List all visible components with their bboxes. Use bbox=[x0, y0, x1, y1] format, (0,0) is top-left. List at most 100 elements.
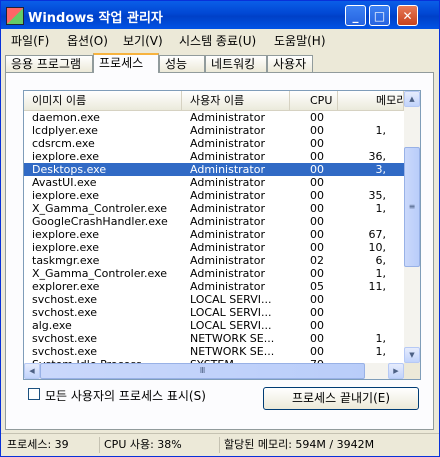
cell-user-name: Administrator bbox=[190, 176, 265, 189]
show-all-processes-label[interactable]: 모든 사용자의 프로세스 표시(S) bbox=[45, 387, 206, 404]
title-bar[interactable]: Windows 작업 관리자 _ □ ✕ bbox=[1, 1, 439, 29]
process-row[interactable]: taskmgr.exe Administrator 02 6, bbox=[24, 254, 404, 267]
process-row[interactable]: X_Gamma_Controler.exe Administrator 00 1, bbox=[24, 267, 404, 280]
cell-user-name: NETWORK SE... bbox=[190, 345, 275, 358]
cell-image-name: iexplore.exe bbox=[32, 189, 99, 202]
process-row[interactable]: iexplore.exe Administrator 00 10, bbox=[24, 241, 404, 254]
cell-cpu: 00 bbox=[310, 176, 324, 189]
cell-image-name: cdsrcm.exe bbox=[32, 137, 95, 150]
cell-image-name: Desktops.exe bbox=[32, 163, 107, 176]
cell-cpu: 00 bbox=[310, 124, 324, 137]
menu-shutdown[interactable]: 시스템 종료(U) bbox=[179, 32, 256, 49]
process-row[interactable]: GoogleCrashHandler.exe Administrator 00 bbox=[24, 215, 404, 228]
process-row[interactable]: iexplore.exe Administrator 00 35, bbox=[24, 189, 404, 202]
process-row[interactable]: AvastUI.exe Administrator 00 bbox=[24, 176, 404, 189]
cell-user-name: Administrator bbox=[190, 280, 265, 293]
cell-user-name: Administrator bbox=[190, 137, 265, 150]
horizontal-scroll-thumb[interactable]: Ⅲ bbox=[40, 363, 365, 379]
cell-image-name: GoogleCrashHandler.exe bbox=[32, 215, 168, 228]
column-image-name[interactable]: 이미지 이름 bbox=[24, 91, 182, 110]
cell-image-name: iexplore.exe bbox=[32, 241, 99, 254]
menu-options[interactable]: 옵션(O) bbox=[67, 32, 108, 49]
cell-image-name: AvastUI.exe bbox=[32, 176, 97, 189]
end-process-button[interactable]: 프로세스 끝내기(E) bbox=[263, 387, 419, 410]
vertical-scroll-thumb[interactable]: ≡ bbox=[404, 147, 420, 267]
horizontal-scrollbar[interactable]: ◀ Ⅲ ▶ bbox=[24, 363, 404, 379]
column-user-name[interactable]: 사용자 이름 bbox=[182, 91, 290, 110]
cell-memory: 1, bbox=[375, 332, 387, 345]
process-row[interactable]: svchost.exe NETWORK SE... 00 1, bbox=[24, 345, 404, 358]
process-row[interactable]: svchost.exe LOCAL SERVI... 00 bbox=[24, 293, 404, 306]
cell-user-name: Administrator bbox=[190, 267, 265, 280]
cell-user-name: Administrator bbox=[190, 189, 265, 202]
cell-cpu: 00 bbox=[310, 228, 324, 241]
process-list[interactable]: 이미지 이름 사용자 이름 CPU 메모리 daemon.exe Administ… bbox=[23, 90, 421, 380]
status-process-count: 프로세스: 39 bbox=[7, 438, 69, 451]
menu-help[interactable]: 도움말(H) bbox=[274, 32, 326, 49]
cell-memory: 3, bbox=[375, 163, 387, 176]
cell-user-name: LOCAL SERVI... bbox=[190, 319, 272, 332]
cell-cpu: 00 bbox=[310, 215, 324, 228]
scroll-down-icon[interactable]: ▼ bbox=[404, 347, 420, 363]
process-row[interactable]: iexplore.exe Administrator 00 67, bbox=[24, 228, 404, 241]
cell-cpu: 02 bbox=[310, 254, 324, 267]
cell-user-name: Administrator bbox=[190, 215, 265, 228]
cell-image-name: iexplore.exe bbox=[32, 150, 99, 163]
process-row[interactable]: alg.exe LOCAL SERVI... 00 bbox=[24, 319, 404, 332]
process-row[interactable]: lcdplyer.exe Administrator 00 1, bbox=[24, 124, 404, 137]
cell-memory: 67, bbox=[368, 228, 387, 241]
cell-user-name: NETWORK SE... bbox=[190, 332, 275, 345]
cell-image-name: lcdplyer.exe bbox=[32, 124, 98, 137]
tab-processes[interactable]: 프로세스 bbox=[93, 53, 159, 73]
process-row[interactable]: explorer.exe Administrator 05 11, bbox=[24, 280, 404, 293]
process-row[interactable]: Desktops.exe Administrator 00 3, bbox=[24, 163, 404, 176]
cell-user-name: Administrator bbox=[190, 254, 265, 267]
cell-memory: 1, bbox=[375, 267, 387, 280]
cell-cpu: 00 bbox=[310, 293, 324, 306]
cell-image-name: svchost.exe bbox=[32, 345, 98, 358]
menu-file[interactable]: 파일(F) bbox=[11, 32, 49, 49]
scroll-left-icon[interactable]: ◀ bbox=[24, 363, 40, 379]
scroll-corner bbox=[404, 363, 420, 379]
scroll-right-icon[interactable]: ▶ bbox=[388, 363, 404, 379]
tab-networking[interactable]: 네트워킹 bbox=[205, 55, 267, 72]
cell-cpu: 00 bbox=[310, 150, 324, 163]
tab-applications[interactable]: 응용 프로그램 bbox=[5, 55, 93, 72]
maximize-button[interactable]: □ bbox=[369, 5, 390, 26]
column-memory[interactable]: 메모리 bbox=[338, 91, 404, 110]
cell-user-name: Administrator bbox=[190, 124, 265, 137]
process-row[interactable]: iexplore.exe Administrator 00 36, bbox=[24, 150, 404, 163]
cell-image-name: X_Gamma_Controler.exe bbox=[32, 202, 168, 215]
tab-performance[interactable]: 성능 bbox=[159, 55, 205, 72]
tab-users[interactable]: 사용자 bbox=[267, 55, 313, 72]
task-manager-icon bbox=[6, 7, 24, 25]
cell-cpu: 00 bbox=[310, 163, 324, 176]
cell-cpu: 00 bbox=[310, 332, 324, 345]
cell-image-name: alg.exe bbox=[32, 319, 72, 332]
process-row[interactable]: cdsrcm.exe Administrator 00 bbox=[24, 137, 404, 150]
cell-cpu: 00 bbox=[310, 111, 324, 124]
show-all-processes-checkbox[interactable] bbox=[28, 388, 40, 400]
cell-cpu: 00 bbox=[310, 189, 324, 202]
column-cpu[interactable]: CPU bbox=[290, 91, 338, 110]
process-row[interactable]: X_Gamma_Controler.exe Administrator 00 1, bbox=[24, 202, 404, 215]
process-row[interactable]: svchost.exe NETWORK SE... 00 1, bbox=[24, 332, 404, 345]
scroll-up-icon[interactable]: ▲ bbox=[404, 91, 420, 107]
minimize-button[interactable]: _ bbox=[345, 5, 366, 26]
process-row[interactable]: svchost.exe LOCAL SERVI... 00 bbox=[24, 306, 404, 319]
close-button[interactable]: ✕ bbox=[397, 5, 418, 26]
cell-image-name: X_Gamma_Controler.exe bbox=[32, 267, 168, 280]
cell-memory: 11, bbox=[368, 280, 387, 293]
cell-image-name: svchost.exe bbox=[32, 293, 98, 306]
cell-user-name: LOCAL SERVI... bbox=[190, 293, 272, 306]
menu-view[interactable]: 보기(V) bbox=[123, 32, 163, 49]
task-manager-window: Windows 작업 관리자 _ □ ✕ 파일(F) 옵션(O) 보기(V) 시… bbox=[0, 0, 440, 457]
cell-image-name: iexplore.exe bbox=[32, 228, 99, 241]
status-cpu-usage: CPU 사용: 38% bbox=[99, 437, 219, 453]
vertical-scrollbar[interactable]: ▲ ≡ ▼ bbox=[404, 91, 420, 363]
cell-user-name: Administrator bbox=[190, 111, 265, 124]
cell-cpu: 00 bbox=[310, 202, 324, 215]
cell-memory: 35, bbox=[368, 189, 387, 202]
cell-image-name: explorer.exe bbox=[32, 280, 100, 293]
process-row[interactable]: daemon.exe Administrator 00 bbox=[24, 111, 404, 124]
